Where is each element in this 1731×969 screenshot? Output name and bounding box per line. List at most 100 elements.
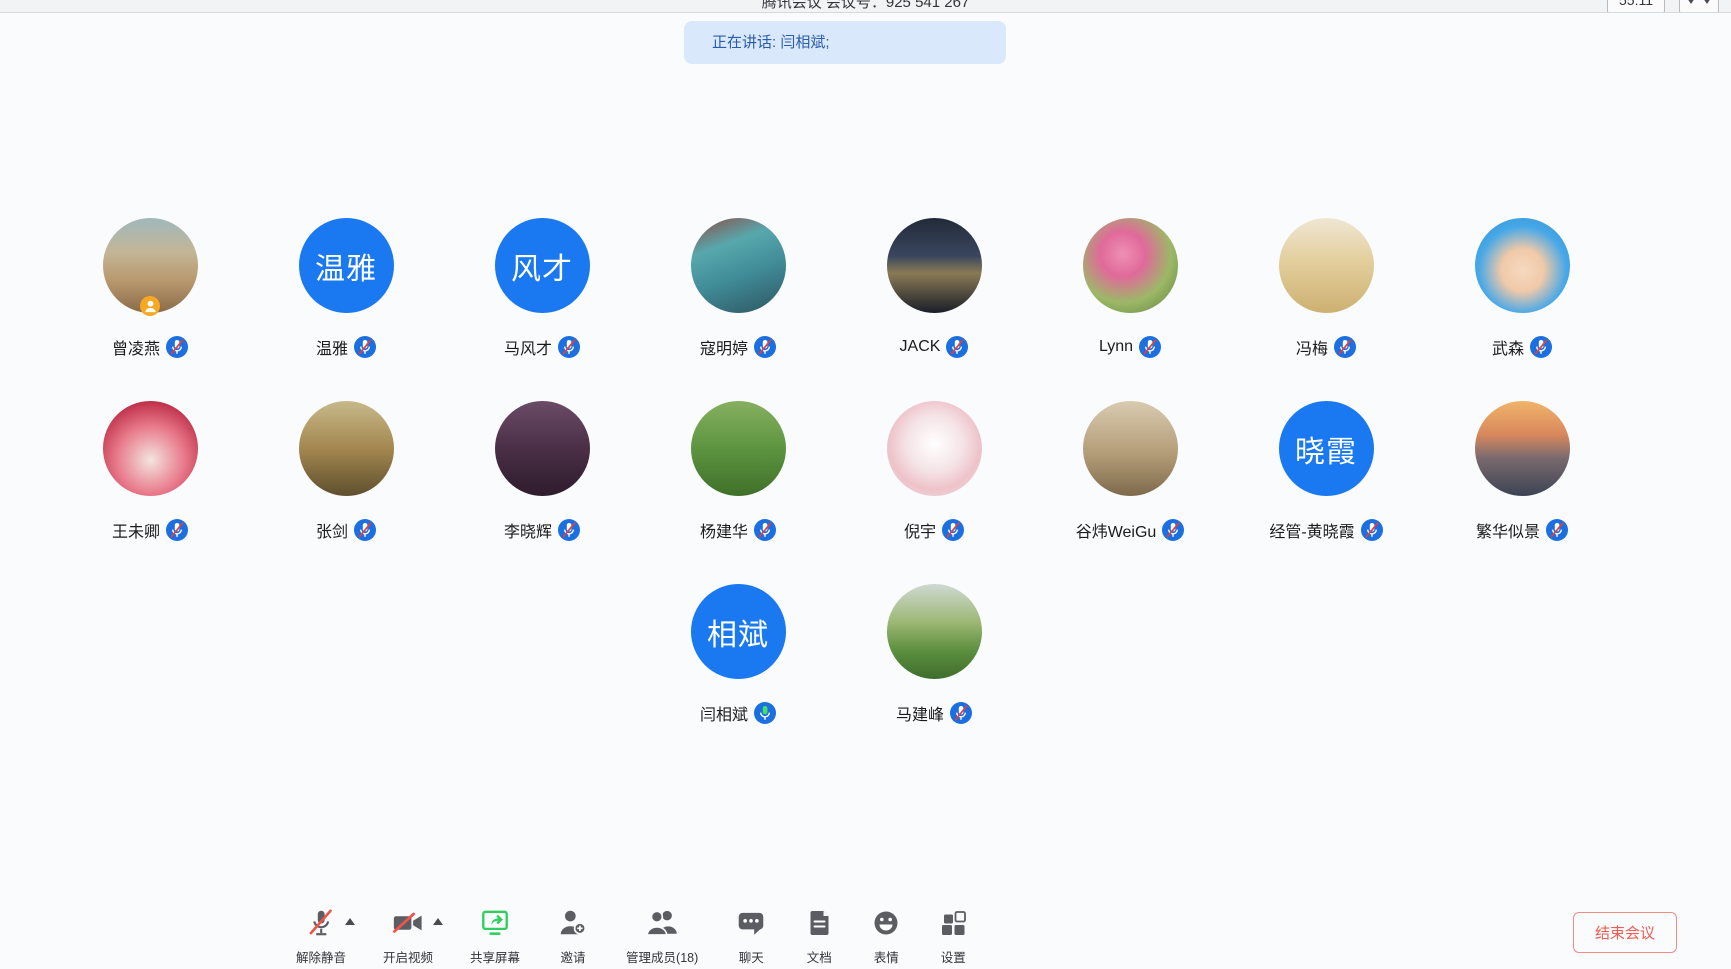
participant-avatar — [1475, 218, 1570, 313]
toolbar-label: 聊天 — [739, 947, 764, 966]
participant-label-row: Lynn — [1099, 335, 1161, 359]
video-options-arrow[interactable] — [433, 918, 443, 925]
participant-name: 温雅 — [316, 335, 348, 359]
participant-name: 李晓辉 — [504, 518, 552, 542]
avatar-initials — [103, 401, 198, 496]
document-icon — [804, 908, 834, 938]
participant-label-row: 冯梅 — [1296, 335, 1356, 359]
participant-name: 杨建华 — [700, 518, 748, 542]
avatar-initials — [299, 401, 394, 496]
avatar-initials — [1083, 401, 1178, 496]
host-badge-icon — [140, 296, 160, 316]
participant-label-row: 杨建华 — [700, 518, 776, 542]
participant-name: Lynn — [1099, 338, 1133, 356]
mic-status-icon — [1546, 519, 1568, 541]
mic-status-icon — [166, 519, 188, 541]
participant-avatar: 相斌 — [691, 584, 786, 679]
participant-name: 曾凌燕 — [112, 335, 160, 359]
emoji-icon — [871, 908, 901, 938]
participant-label-row: 谷炜WeiGu — [1076, 518, 1185, 542]
participant-avatar — [691, 401, 786, 496]
mic-status-icon — [754, 519, 776, 541]
participant-avatar — [495, 401, 590, 496]
participant-tile[interactable]: 王未卿 — [52, 401, 248, 542]
avatar-initials — [887, 401, 982, 496]
participant-avatar — [103, 401, 198, 496]
participant-avatar — [691, 218, 786, 313]
participant-tile[interactable]: 繁华似景 — [1424, 401, 1620, 542]
participant-label-row: 经管-黄晓霞 — [1269, 518, 1382, 542]
participant-tile[interactable]: 冯梅 — [1228, 218, 1424, 359]
avatar-initials: 相斌 — [691, 584, 786, 679]
mic-status-icon — [1139, 336, 1161, 358]
participant-tile[interactable]: 杨建华 — [640, 401, 836, 542]
participant-name: 倪宇 — [904, 518, 936, 542]
participant-name: 张剑 — [316, 518, 348, 542]
mic-status-icon — [558, 519, 580, 541]
unmute-button[interactable]: 解除静音 — [296, 906, 346, 966]
participant-name: 经管-黄晓霞 — [1269, 518, 1354, 542]
invite-button[interactable]: 邀请 — [557, 906, 589, 966]
toolbar-label: 开启视频 — [383, 947, 433, 966]
mic-status-icon — [558, 336, 580, 358]
settings-button[interactable]: 设置 — [938, 906, 968, 966]
participant-tile[interactable]: 武森 — [1424, 218, 1620, 359]
toolbar-label: 邀请 — [561, 947, 586, 966]
toolbar-label: 表情 — [874, 947, 899, 966]
participant-tile[interactable]: 相斌 闫相斌 — [640, 584, 836, 725]
participant-name: 冯梅 — [1296, 335, 1328, 359]
participant-tile[interactable]: 马建峰 — [836, 584, 1032, 725]
participant-label-row: 曾凌燕 — [112, 335, 188, 359]
mic-status-icon — [1162, 519, 1184, 541]
participant-tile[interactable]: 李晓辉 — [444, 401, 640, 542]
participant-label-row: 李晓辉 — [504, 518, 580, 542]
participant-tile[interactable]: 曾凌燕 — [52, 218, 248, 359]
participant-tile[interactable]: 张剑 — [248, 401, 444, 542]
participant-grid-row: 曾凌燕 温雅 温雅 — [0, 218, 1731, 359]
participant-tile[interactable]: 倪宇 — [836, 401, 1032, 542]
participant-tile[interactable]: JACK — [836, 218, 1032, 359]
avatar-initials — [495, 401, 590, 496]
share-screen-icon — [479, 907, 511, 939]
participant-label-row: 武森 — [1492, 335, 1552, 359]
participant-name: 马风才 — [504, 335, 552, 359]
participant-avatar: 风才 — [495, 218, 590, 313]
mic-status-icon — [1361, 519, 1383, 541]
participant-grid-row: 相斌 闫相斌 马建峰 — [0, 584, 1731, 725]
manage-members-button[interactable]: 管理成员(18) — [626, 906, 698, 966]
avatar-initials: 风才 — [495, 218, 590, 313]
participant-tile[interactable]: 寇明婷 — [640, 218, 836, 359]
avatar-initials — [1475, 401, 1570, 496]
fullscreen-toggle-button[interactable] — [1679, 0, 1719, 13]
emoji-button[interactable]: 表情 — [871, 906, 901, 966]
fullscreen-icon — [1687, 0, 1695, 4]
avatar-initials — [691, 401, 786, 496]
avatar-initials — [691, 218, 786, 313]
end-meeting-button[interactable]: 结束会议 — [1573, 912, 1677, 953]
settings-grid-icon — [938, 908, 968, 938]
participant-label-row: 闫相斌 — [700, 701, 776, 725]
meeting-timer: 55:11 — [1607, 0, 1665, 13]
mic-status-icon — [942, 519, 964, 541]
docs-button[interactable]: 文档 — [804, 906, 834, 966]
participant-tile[interactable]: 晓霞 经管-黄晓霞 — [1228, 401, 1424, 542]
toolbar-label: 管理成员(18) — [626, 947, 698, 966]
mic-status-icon — [354, 336, 376, 358]
participant-name: 王未卿 — [112, 518, 160, 542]
avatar-initials: 晓霞 — [1279, 401, 1374, 496]
participant-name: JACK — [900, 338, 941, 356]
mic-options-arrow[interactable] — [345, 918, 355, 925]
participant-tile[interactable]: 谷炜WeiGu — [1032, 401, 1228, 542]
share-screen-button[interactable]: 共享屏幕 — [470, 906, 520, 966]
participant-tile[interactable]: 风才 马风才 — [444, 218, 640, 359]
avatar-initials — [1279, 218, 1374, 313]
start-video-button[interactable]: 开启视频 — [383, 906, 433, 966]
mic-status-icon — [754, 702, 776, 724]
participant-tile[interactable]: Lynn — [1032, 218, 1228, 359]
participant-label-row: 温雅 — [316, 335, 376, 359]
chat-button[interactable]: 聊天 — [735, 906, 767, 966]
mic-status-icon — [950, 702, 972, 724]
participant-name: 武森 — [1492, 335, 1524, 359]
participant-tile[interactable]: 温雅 温雅 — [248, 218, 444, 359]
participant-name: 谷炜WeiGu — [1076, 518, 1157, 542]
